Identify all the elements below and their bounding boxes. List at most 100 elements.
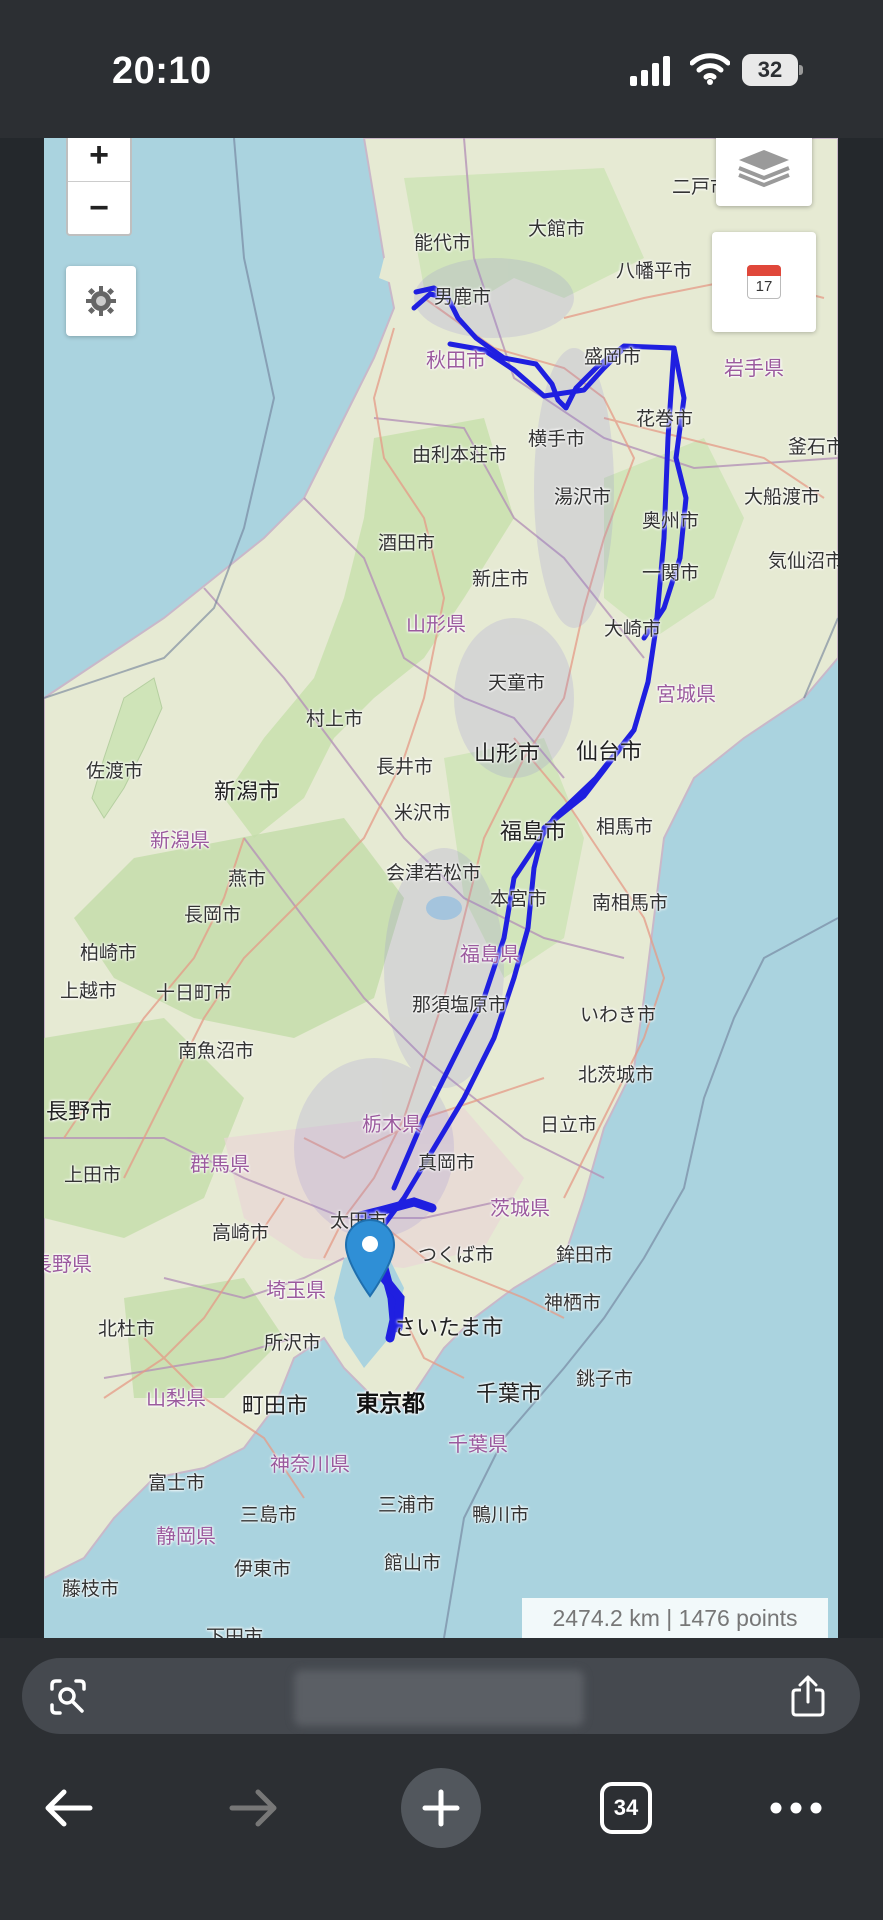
zoom-control: + − bbox=[66, 138, 132, 236]
new-tab-button[interactable] bbox=[400, 1748, 482, 1868]
zoom-out-button[interactable]: − bbox=[68, 182, 130, 234]
wifi-icon bbox=[690, 53, 730, 85]
place-label: 仙台市 bbox=[576, 739, 643, 764]
place-label: 北茨城市 bbox=[578, 1065, 655, 1086]
status-bar: 20:10 32 bbox=[0, 0, 883, 138]
place-label: 八幡平市 bbox=[616, 261, 693, 282]
place-label: 鉾田市 bbox=[556, 1245, 614, 1266]
place-label: 静岡県 bbox=[156, 1526, 216, 1548]
place-label: 銚子市 bbox=[576, 1369, 634, 1390]
place-label: 奥州市 bbox=[642, 511, 700, 532]
place-label: 十日町市 bbox=[156, 983, 233, 1004]
place-label: 酒田市 bbox=[378, 533, 436, 554]
place-label: 南魚沼市 bbox=[178, 1041, 255, 1062]
layers-icon bbox=[738, 150, 790, 188]
place-label: 長野市 bbox=[46, 1099, 113, 1124]
map-view[interactable]: 二戸市 能代市 大館市 八幡平市 男鹿市 秋田市 盛岡市 岩手県 花巻市 釜石市… bbox=[44, 138, 838, 1638]
place-label: 盛岡市 bbox=[584, 347, 642, 368]
back-arrow-icon bbox=[45, 1789, 93, 1827]
battery-icon: 32 bbox=[742, 54, 804, 86]
camera-search-icon[interactable] bbox=[48, 1677, 88, 1717]
place-label: 山梨県 bbox=[146, 1388, 206, 1410]
place-label: 福島市 bbox=[500, 819, 567, 844]
place-label: 長野県 bbox=[44, 1254, 92, 1276]
place-label: 東京都 bbox=[356, 1390, 425, 1416]
forward-arrow-icon bbox=[229, 1789, 277, 1827]
browser-chrome: 34 bbox=[0, 1638, 883, 1920]
location-marker-icon[interactable] bbox=[344, 1218, 396, 1298]
status-time: 20:10 bbox=[112, 50, 212, 92]
place-label: さいたま市 bbox=[394, 1315, 504, 1340]
place-label: いわき市 bbox=[580, 1005, 657, 1026]
place-label: 鴨川市 bbox=[472, 1505, 530, 1526]
place-label: 横手市 bbox=[528, 429, 586, 450]
place-label: 群馬県 bbox=[190, 1154, 250, 1176]
place-label: 能代市 bbox=[414, 233, 472, 254]
place-label: 大船渡市 bbox=[744, 487, 821, 508]
place-label: 南相馬市 bbox=[592, 893, 669, 914]
settings-button[interactable] bbox=[66, 266, 136, 336]
more-dots-icon bbox=[770, 1802, 822, 1814]
forward-button[interactable] bbox=[222, 1748, 286, 1868]
cellular-signal-icon bbox=[630, 56, 670, 86]
calendar-button[interactable]: 17 bbox=[712, 232, 816, 332]
place-label: 釜石市 bbox=[788, 437, 838, 458]
place-label: 山形市 bbox=[474, 741, 541, 766]
place-label: 館山市 bbox=[384, 1553, 442, 1574]
place-label: 三島市 bbox=[240, 1505, 298, 1526]
place-label: 所沢市 bbox=[264, 1333, 322, 1354]
place-label: 新庄市 bbox=[472, 569, 530, 590]
place-label: 藤枝市 bbox=[62, 1579, 120, 1600]
place-label: 湯沢市 bbox=[554, 487, 612, 508]
place-label: 下田市 bbox=[206, 1627, 264, 1638]
place-label: 町田市 bbox=[242, 1393, 309, 1418]
place-label: 栃木県 bbox=[362, 1114, 422, 1136]
tabs-button[interactable]: 34 bbox=[598, 1748, 654, 1868]
calendar-icon: 17 bbox=[747, 265, 781, 299]
url-text bbox=[294, 1670, 584, 1726]
place-label: 千葉市 bbox=[476, 1381, 543, 1406]
place-label: 伊東市 bbox=[234, 1559, 292, 1580]
more-button[interactable] bbox=[764, 1748, 828, 1868]
place-label: 長岡市 bbox=[184, 905, 242, 926]
place-label: 埼玉県 bbox=[266, 1280, 326, 1302]
place-label: 高崎市 bbox=[212, 1223, 270, 1244]
place-label: 米沢市 bbox=[394, 803, 452, 824]
place-label: 上越市 bbox=[60, 981, 118, 1002]
place-label: 長井市 bbox=[376, 757, 434, 778]
address-bar[interactable] bbox=[22, 1658, 860, 1734]
browser-toolbar: 34 bbox=[0, 1748, 883, 1868]
place-label: 天童市 bbox=[488, 673, 546, 694]
track-stats: 2474.2 km | 1476 points bbox=[522, 1598, 828, 1638]
place-label: 三浦市 bbox=[378, 1495, 436, 1516]
share-icon[interactable] bbox=[788, 1674, 828, 1718]
place-label: 相馬市 bbox=[596, 817, 654, 838]
place-label: 新潟市 bbox=[214, 779, 281, 804]
place-label: 男鹿市 bbox=[434, 287, 492, 308]
web-content: 二戸市 能代市 大館市 八幡平市 男鹿市 秋田市 盛岡市 岩手県 花巻市 釜石市… bbox=[0, 138, 883, 1638]
place-label: 大崎市 bbox=[604, 619, 662, 640]
place-label: 上田市 bbox=[64, 1165, 122, 1186]
place-label: 岩手県 bbox=[724, 358, 784, 380]
place-label: 北杜市 bbox=[98, 1319, 156, 1340]
place-label: 由利本荘市 bbox=[412, 445, 508, 466]
plus-icon bbox=[422, 1789, 460, 1827]
place-label: 山形県 bbox=[406, 614, 466, 636]
place-label: 佐渡市 bbox=[86, 761, 144, 782]
place-label: 富士市 bbox=[148, 1473, 206, 1494]
screen: 20:10 32 二戸市 能代市 大館市 八幡平市 男鹿市 秋田市 盛岡市 岩手… bbox=[0, 0, 883, 1920]
place-label: 那須塩原市 bbox=[412, 995, 508, 1016]
place-label: 秋田市 bbox=[426, 350, 486, 372]
place-label: 神栖市 bbox=[544, 1293, 602, 1314]
place-label: 真岡市 bbox=[418, 1153, 476, 1174]
zoom-in-button[interactable]: + bbox=[68, 138, 130, 182]
back-button[interactable] bbox=[36, 1748, 100, 1868]
place-label: 新潟県 bbox=[150, 830, 210, 852]
place-label: 日立市 bbox=[540, 1115, 598, 1136]
place-label: 本宮市 bbox=[490, 889, 548, 910]
place-label: 千葉県 bbox=[448, 1434, 508, 1456]
layers-button[interactable] bbox=[716, 138, 812, 206]
place-label: 燕市 bbox=[228, 869, 267, 890]
place-label: つくば市 bbox=[418, 1245, 495, 1266]
gear-icon bbox=[86, 286, 116, 316]
